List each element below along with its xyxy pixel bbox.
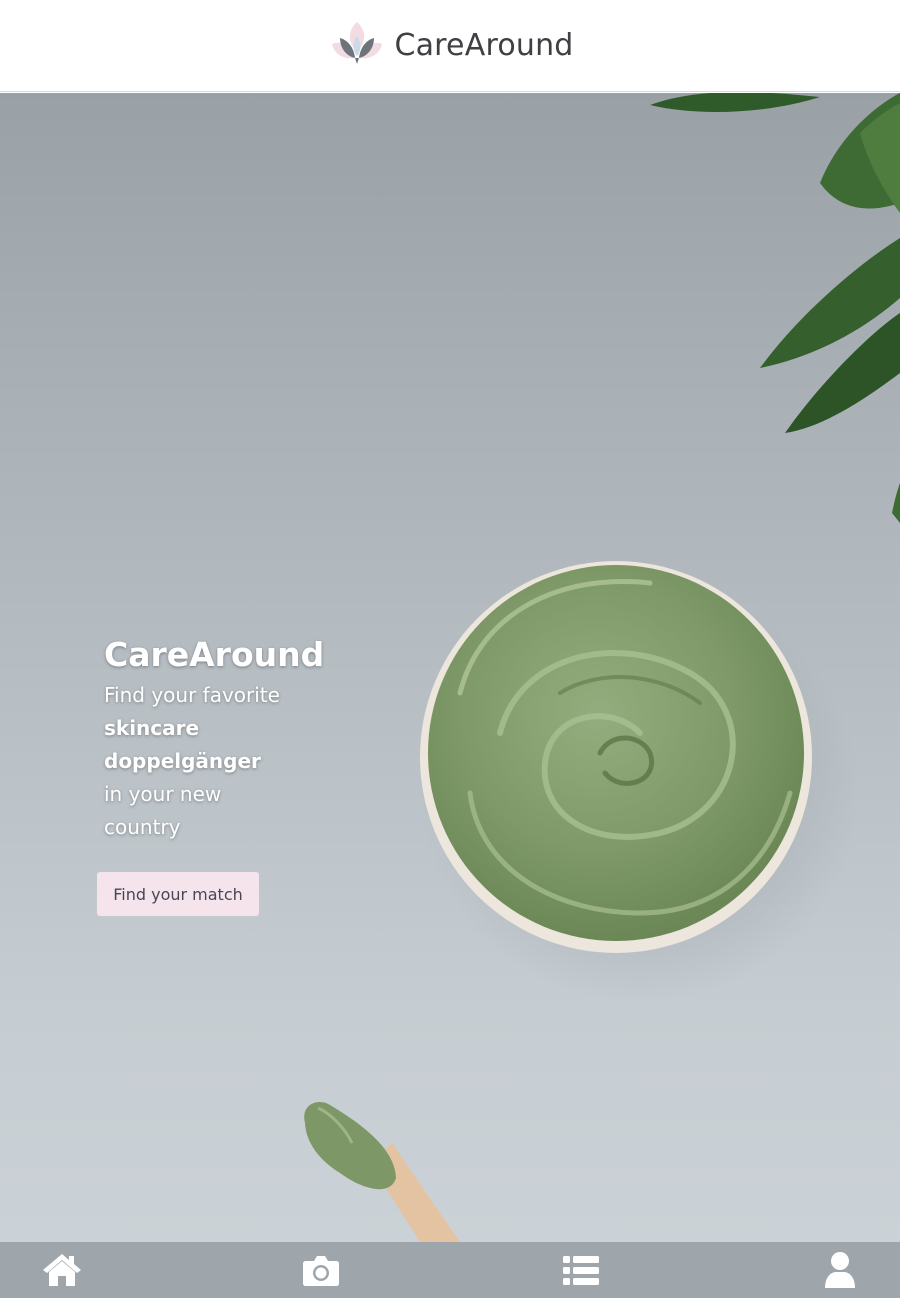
user-icon	[824, 1252, 855, 1288]
find-your-match-button[interactable]: Find your match	[97, 872, 259, 916]
hero-text-block: CareAround Find your favorite skincare d…	[104, 633, 364, 844]
home-icon	[43, 1254, 81, 1286]
camera-icon	[303, 1256, 340, 1286]
app-header: CareAround	[0, 0, 900, 92]
lotus-logo-icon	[332, 21, 383, 64]
tab-profile[interactable]	[818, 1248, 862, 1292]
bottom-tab-bar	[0, 1242, 900, 1298]
tab-home[interactable]	[40, 1248, 84, 1292]
tab-list[interactable]	[559, 1248, 603, 1292]
hero-tagline-line-5: country	[104, 815, 181, 839]
list-icon	[562, 1256, 599, 1285]
hero-section: CareAround Find your favorite skincare d…	[0, 93, 900, 1242]
brand-name: CareAround	[394, 28, 574, 63]
hero-tagline-line-3: doppelgänger	[104, 749, 261, 773]
hero-tagline-line-1: Find your favorite	[104, 683, 280, 707]
tab-camera[interactable]	[299, 1248, 343, 1292]
hero-title: CareAround	[104, 635, 325, 674]
brand[interactable]: CareAround	[326, 18, 573, 74]
hero-tagline-line-2: skincare	[104, 716, 200, 740]
hero-tagline-line-4: in your new	[104, 782, 222, 806]
